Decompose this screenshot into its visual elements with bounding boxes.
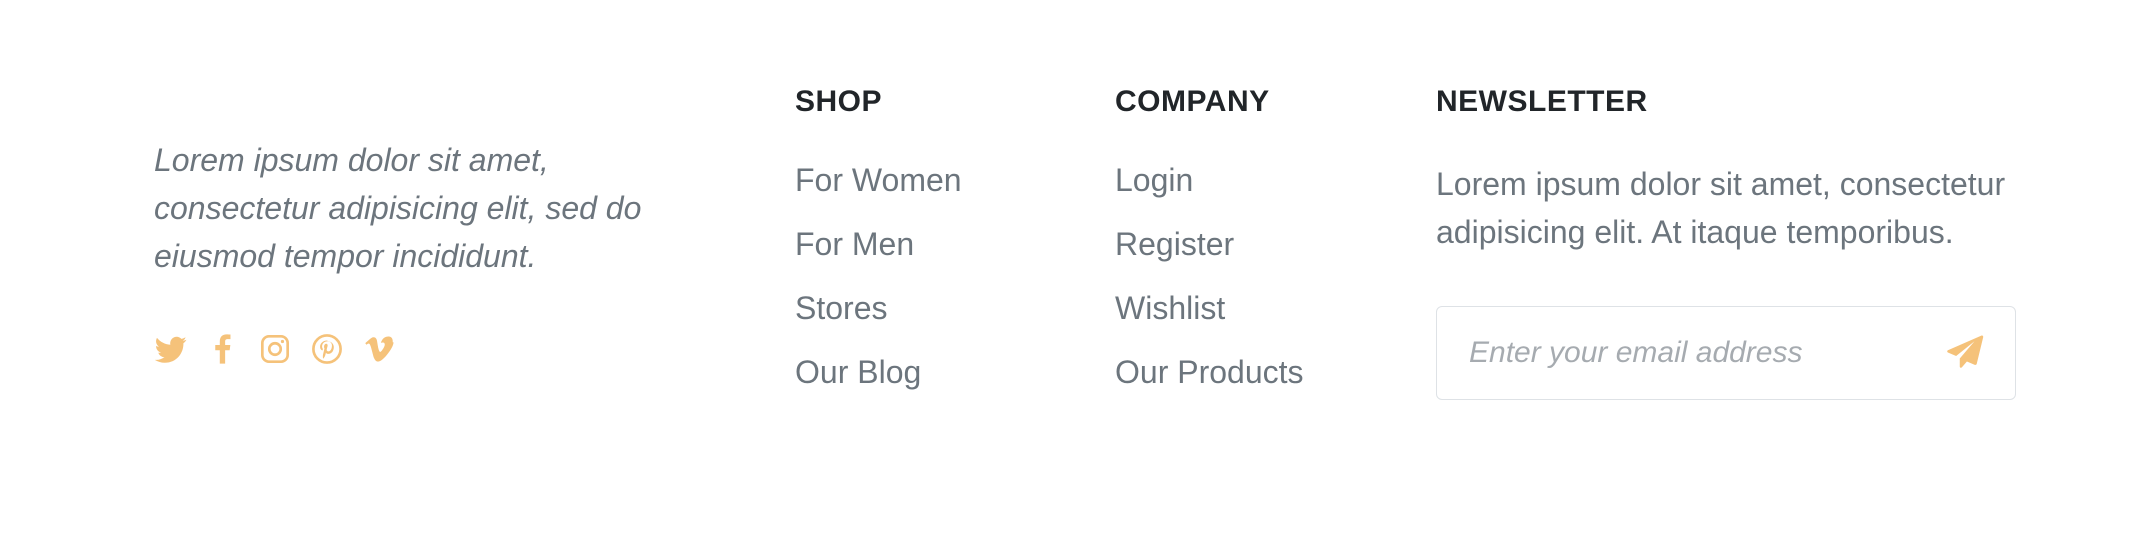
- newsletter-column: NEWSLETTER Lorem ipsum dolor sit amet, c…: [1436, 82, 2016, 400]
- about-section: Lorem ipsum dolor sit amet, consectetur …: [154, 136, 714, 366]
- company-link-login[interactable]: Login: [1115, 160, 1415, 200]
- company-heading: COMPANY: [1115, 85, 1270, 118]
- social-links: [154, 332, 714, 366]
- shop-link-stores[interactable]: Stores: [795, 288, 1095, 328]
- vimeo-icon[interactable]: [362, 332, 396, 366]
- facebook-icon[interactable]: [206, 332, 240, 366]
- shop-link-men[interactable]: For Men: [795, 224, 1095, 264]
- twitter-icon[interactable]: [154, 332, 188, 366]
- instagram-icon[interactable]: [258, 332, 292, 366]
- company-link-products[interactable]: Our Products: [1115, 352, 1415, 392]
- send-button[interactable]: [1945, 333, 1985, 373]
- email-input[interactable]: [1437, 307, 1927, 398]
- newsletter-text: Lorem ipsum dolor sit amet, consectetur …: [1436, 166, 2006, 250]
- newsletter-form: [1436, 306, 2016, 400]
- shop-column: SHOP For Women For Men Stores Our Blog: [795, 82, 1095, 416]
- paper-plane-icon: [1946, 335, 1984, 374]
- company-links: Login Register Wishlist Our Products: [1115, 160, 1415, 392]
- shop-links: For Women For Men Stores Our Blog: [795, 160, 1095, 392]
- company-column: COMPANY Login Register Wishlist Our Prod…: [1115, 82, 1415, 416]
- shop-link-blog[interactable]: Our Blog: [795, 352, 1095, 392]
- pinterest-icon[interactable]: [310, 332, 344, 366]
- newsletter-heading: NEWSLETTER: [1436, 85, 1648, 118]
- about-text: Lorem ipsum dolor sit amet, consectetur …: [154, 142, 642, 274]
- company-link-register[interactable]: Register: [1115, 224, 1415, 264]
- shop-heading: SHOP: [795, 85, 883, 118]
- shop-link-women[interactable]: For Women: [795, 160, 1095, 200]
- site-footer: Lorem ipsum dolor sit amet, consectetur …: [0, 0, 2136, 542]
- company-link-wishlist[interactable]: Wishlist: [1115, 288, 1415, 328]
